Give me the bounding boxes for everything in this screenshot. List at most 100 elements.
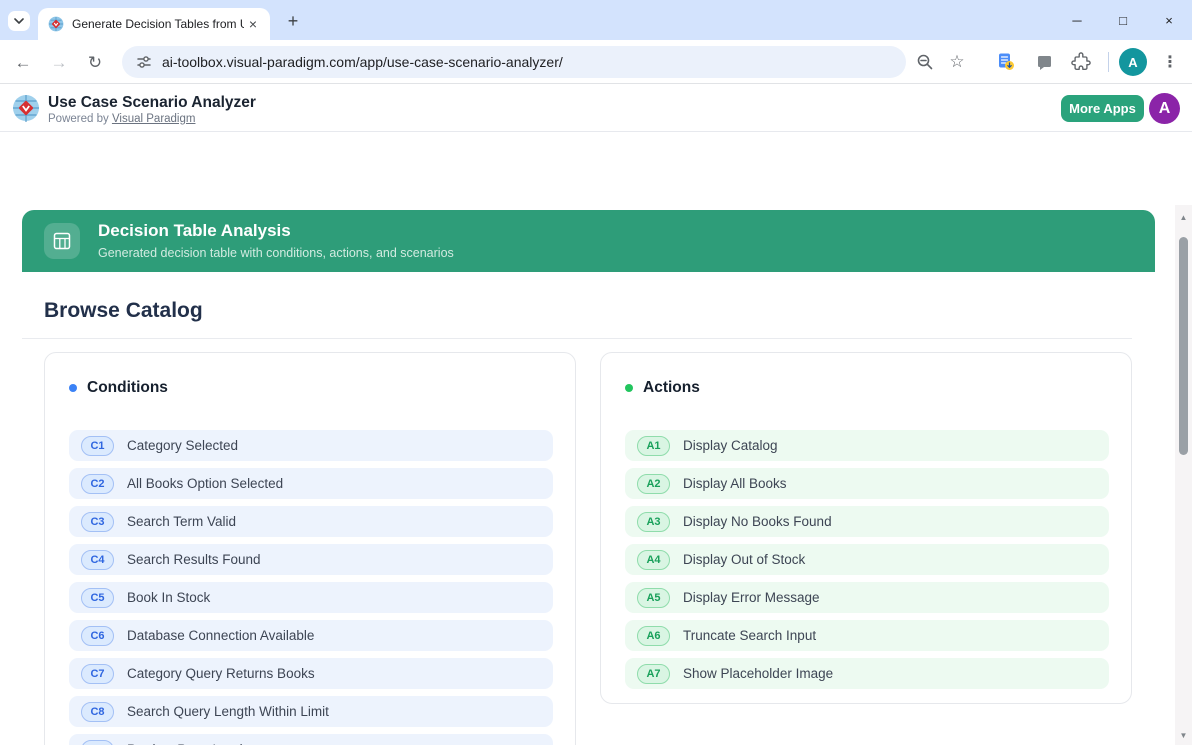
condition-item[interactable]: C8 Search Query Length Within Limit: [69, 696, 553, 727]
condition-label: Database Connection Available: [127, 628, 314, 643]
visual-paradigm-link[interactable]: Visual Paradigm: [112, 113, 196, 125]
action-item[interactable]: A5 Display Error Message: [625, 582, 1109, 613]
conditions-header: Conditions: [45, 353, 575, 397]
table-icon: [44, 223, 80, 259]
action-id-badge: A7: [637, 664, 670, 684]
forward-button[interactable]: →: [44, 48, 74, 78]
condition-label: Category Query Returns Books: [127, 666, 315, 681]
action-label: Display Catalog: [683, 438, 778, 453]
banner-subtitle: Generated decision table with conditions…: [98, 246, 454, 260]
action-label: Display Out of Stock: [683, 552, 805, 567]
scroll-up-icon[interactable]: ▲: [1175, 209, 1192, 225]
browser-tab[interactable]: Generate Decision Tables from U ×: [38, 8, 270, 40]
condition-id-badge: C3: [81, 512, 114, 532]
powered-by-text: Powered by: [48, 113, 112, 125]
browser-menu-icon[interactable]: ⋮: [1156, 48, 1184, 76]
condition-id-badge: C4: [81, 550, 114, 570]
actions-panel: Actions A1 Display Catalog A2 Display Al…: [600, 352, 1132, 704]
actions-list: A1 Display Catalog A2 Display All Books …: [625, 430, 1109, 689]
condition-id-badge: C7: [81, 664, 114, 684]
app-title-block: Use Case Scenario Analyzer Powered by Vi…: [48, 93, 256, 127]
condition-label: Search Results Found: [127, 552, 261, 567]
more-apps-button[interactable]: More Apps: [1061, 95, 1144, 122]
action-item[interactable]: A3 Display No Books Found: [625, 506, 1109, 537]
condition-label: Book In Stock: [127, 590, 210, 605]
visual-paradigm-logo: [12, 94, 40, 122]
condition-item[interactable]: C7 Category Query Returns Books: [69, 658, 553, 689]
browser-profile-avatar[interactable]: A: [1119, 48, 1147, 76]
condition-item[interactable]: C5 Book In Stock: [69, 582, 553, 613]
stepper: 2 Define Use Case Analyze Scenarios: [0, 132, 1192, 205]
action-label: Display All Books: [683, 476, 787, 491]
minimize-button[interactable]: ─: [1054, 0, 1100, 40]
condition-id-badge: C2: [81, 474, 114, 494]
condition-id-badge: C6: [81, 626, 114, 646]
translate-download-icon[interactable]: [992, 48, 1020, 76]
site-settings-icon[interactable]: [136, 54, 152, 70]
decision-table-banner: Decision Table Analysis Generated decisi…: [22, 210, 1155, 272]
action-id-badge: A4: [637, 550, 670, 570]
action-label: Show Placeholder Image: [683, 666, 833, 681]
condition-label: Category Selected: [127, 438, 238, 453]
user-avatar[interactable]: A: [1149, 93, 1180, 124]
reload-button[interactable]: ↻: [80, 48, 110, 78]
tab-title: Generate Decision Tables from U: [72, 17, 244, 31]
titlebar: Generate Decision Tables from U × + ─ □ …: [0, 0, 1192, 40]
extensions-puzzle-icon[interactable]: [1067, 48, 1095, 76]
url-text: ai-toolbox.visual-paradigm.com/app/use-c…: [162, 54, 563, 70]
action-item[interactable]: A6 Truncate Search Input: [625, 620, 1109, 651]
conditions-panel: Conditions C1 Category Selected C2 All B…: [44, 352, 576, 745]
action-item[interactable]: A1 Display Catalog: [625, 430, 1109, 461]
new-tab-button[interactable]: +: [282, 10, 304, 32]
condition-id-badge: C1: [81, 436, 114, 456]
condition-label: Search Term Valid: [127, 514, 236, 529]
scroll-down-icon[interactable]: ▼: [1175, 727, 1192, 743]
back-button[interactable]: ←: [8, 48, 38, 78]
tab-close-icon[interactable]: ×: [244, 15, 262, 33]
condition-id-badge: C9: [81, 740, 114, 745]
window-controls: ─ □ ×: [1054, 0, 1192, 40]
address-bar[interactable]: ai-toolbox.visual-paradigm.com/app/use-c…: [122, 46, 906, 78]
action-id-badge: A6: [637, 626, 670, 646]
action-id-badge: A3: [637, 512, 670, 532]
section-divider: [22, 338, 1132, 339]
action-label: Display Error Message: [683, 590, 820, 605]
chevron-down-icon: [14, 18, 24, 24]
maximize-button[interactable]: □: [1100, 0, 1146, 40]
action-id-badge: A5: [637, 588, 670, 608]
condition-label: All Books Option Selected: [127, 476, 283, 491]
condition-item[interactable]: C4 Search Results Found: [69, 544, 553, 575]
blue-dot-icon: [69, 384, 77, 392]
condition-item[interactable]: C6 Database Connection Available: [69, 620, 553, 651]
condition-item[interactable]: C9 Product Page Load: [69, 734, 553, 745]
conditions-list: C1 Category Selected C2 All Books Option…: [69, 430, 553, 745]
action-item[interactable]: A7 Show Placeholder Image: [625, 658, 1109, 689]
action-label: Display No Books Found: [683, 514, 832, 529]
zoom-icon[interactable]: [911, 48, 939, 76]
action-item[interactable]: A2 Display All Books: [625, 468, 1109, 499]
powered-by: Powered by Visual Paradigm: [48, 112, 256, 127]
action-item[interactable]: A4 Display Out of Stock: [625, 544, 1109, 575]
condition-item[interactable]: C3 Search Term Valid: [69, 506, 553, 537]
condition-label: Search Query Length Within Limit: [127, 704, 329, 719]
condition-item[interactable]: C1 Category Selected: [69, 430, 553, 461]
condition-item[interactable]: C2 All Books Option Selected: [69, 468, 553, 499]
tab-favicon-icon: [48, 16, 64, 32]
condition-id-badge: C5: [81, 588, 114, 608]
feedback-bubble-icon[interactable]: [1030, 48, 1058, 76]
actions-title: Actions: [643, 379, 700, 397]
close-button[interactable]: ×: [1146, 0, 1192, 40]
scrollbar-thumb[interactable]: [1179, 237, 1188, 455]
green-dot-icon: [625, 384, 633, 392]
browser-window: Generate Decision Tables from U × + ─ □ …: [0, 0, 1192, 745]
tab-search-button[interactable]: [8, 11, 30, 31]
action-label: Truncate Search Input: [683, 628, 816, 643]
conditions-title: Conditions: [87, 379, 168, 397]
action-id-badge: A1: [637, 436, 670, 456]
actions-header: Actions: [601, 353, 1131, 397]
condition-id-badge: C8: [81, 702, 114, 722]
app-title: Use Case Scenario Analyzer: [48, 93, 256, 112]
action-id-badge: A2: [637, 474, 670, 494]
bookmark-star-icon[interactable]: ☆: [943, 48, 971, 76]
page-scrollbar[interactable]: ▲ ▼: [1175, 205, 1192, 745]
